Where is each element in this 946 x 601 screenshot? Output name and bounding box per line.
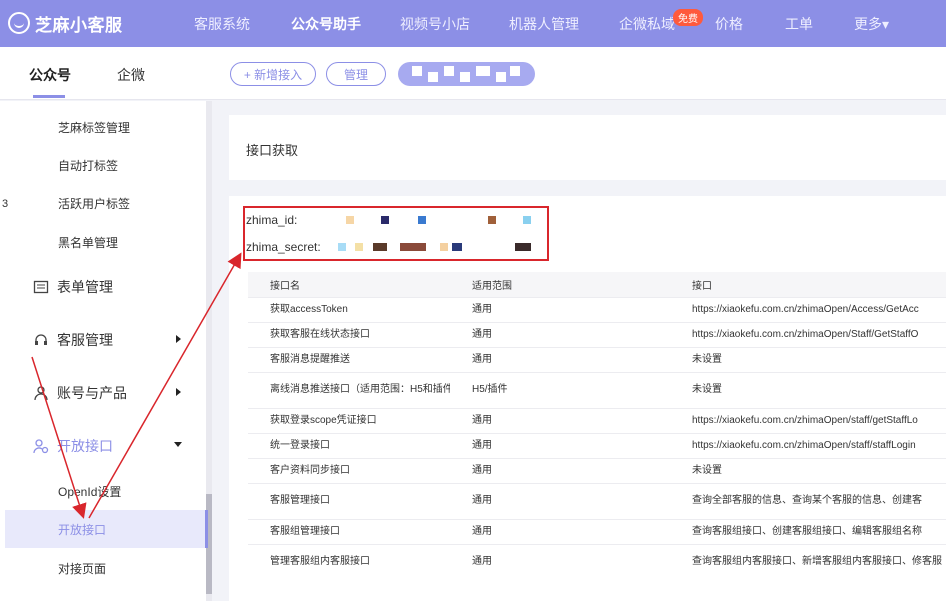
- annotation-arrows: [31, 252, 242, 519]
- arrow-to-open-api-item: [31, 356, 87, 519]
- arrow-to-credentials: [88, 252, 242, 519]
